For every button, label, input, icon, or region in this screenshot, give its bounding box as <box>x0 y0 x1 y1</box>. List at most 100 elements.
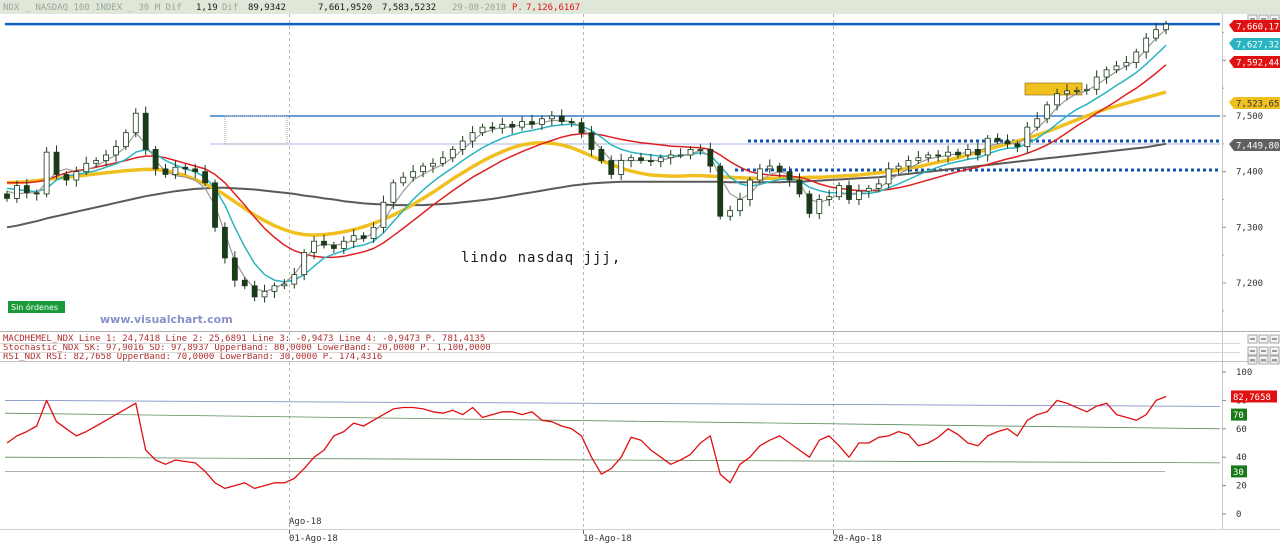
close-icon[interactable] <box>1269 355 1280 365</box>
candle-body <box>776 165 783 173</box>
candle-body <box>717 165 724 217</box>
header-date: 29-08-2018 <box>452 3 506 13</box>
candle-body <box>202 171 209 184</box>
candle-body <box>281 283 288 287</box>
header-diff-label: Dif <box>222 3 238 13</box>
close-icon[interactable] <box>1269 334 1280 344</box>
candle-body <box>865 187 872 192</box>
candle-body <box>935 154 942 157</box>
candle-body <box>93 160 100 164</box>
candle-body <box>142 112 149 150</box>
rsi-badge: 82,7658 <box>1231 390 1277 403</box>
candle-body <box>222 226 228 259</box>
maximize-icon[interactable] <box>1258 346 1269 356</box>
candle[interactable] <box>43 147 50 198</box>
candle-body <box>380 201 387 228</box>
candle-body <box>598 148 605 161</box>
candle-body <box>638 157 644 161</box>
candle-body <box>410 171 417 178</box>
candle-body <box>459 140 466 150</box>
candle-body <box>469 132 476 142</box>
rsi-badge-label: 30 <box>1233 468 1244 478</box>
candle-body <box>836 185 843 198</box>
candle-body <box>152 148 159 170</box>
candle[interactable] <box>806 190 813 218</box>
candle-body <box>1073 89 1080 92</box>
candle[interactable] <box>717 162 724 220</box>
candle-body <box>707 148 714 167</box>
minimize-icon[interactable] <box>1247 355 1258 365</box>
candle-body <box>479 126 486 134</box>
candle-body <box>568 121 575 124</box>
candle-body <box>657 157 664 163</box>
candle-body <box>519 121 526 128</box>
price-badge: 7,592,4424 <box>1229 56 1280 69</box>
highlight-box[interactable] <box>1024 82 1083 96</box>
candle-body <box>1093 76 1100 90</box>
candle-body <box>14 185 20 199</box>
orders-badge-label: Sin órdenes <box>11 302 58 312</box>
close-icon[interactable] <box>1269 346 1280 356</box>
candle[interactable] <box>212 179 218 232</box>
candle-body <box>618 160 625 175</box>
candle-body <box>33 192 40 195</box>
candle-body <box>955 151 961 156</box>
candle-body <box>737 199 743 212</box>
candle-body <box>330 244 337 249</box>
candle-body <box>846 185 852 200</box>
candle-body <box>994 137 1001 142</box>
header-symbol: NDX _ NASDAQ 100 INDEX _ 30 M Dif <box>3 3 182 13</box>
candle[interactable] <box>142 106 149 155</box>
candle-body <box>182 166 189 170</box>
candle-body <box>1014 143 1021 148</box>
candle-body <box>895 165 902 170</box>
price-badge-label: 7,592,4424 <box>1236 59 1280 69</box>
maximize-icon[interactable] <box>1258 334 1269 344</box>
candle-body <box>816 199 823 214</box>
price-tick-label: 7,300 <box>1236 223 1263 233</box>
candle-body <box>23 185 30 194</box>
candle-body <box>83 162 90 173</box>
header-price-value: 7,126,6167 <box>526 3 580 13</box>
minimize-icon[interactable] <box>1247 346 1258 356</box>
candle[interactable] <box>222 222 228 264</box>
rsi-tick-label: 20 <box>1236 482 1247 492</box>
candle-body <box>43 151 50 195</box>
rsi-badge: 70 <box>1231 408 1247 421</box>
candle-body <box>539 118 545 125</box>
candle[interactable] <box>122 129 129 150</box>
candle-body <box>53 151 60 175</box>
chart-annotation: lindo nasdaq jjj, <box>461 250 621 266</box>
candle-body <box>697 148 704 151</box>
price-badge-label: 7,449,80 <box>1236 142 1279 152</box>
candle-body <box>449 148 456 159</box>
candle-body <box>667 154 674 159</box>
x-label-date: 01-Ago-18 <box>289 534 338 544</box>
candle-body <box>1034 118 1041 128</box>
candle-body <box>964 148 971 156</box>
candle-body <box>548 115 555 120</box>
candle-body <box>1044 104 1051 120</box>
candle-body <box>122 132 129 148</box>
x-label-month: Ago-18 <box>289 517 322 527</box>
candle-body <box>558 115 565 122</box>
candle-body <box>1163 23 1169 31</box>
candle-body <box>1133 51 1140 63</box>
price-badge: 7,449,80 <box>1229 139 1280 152</box>
candle-body <box>945 151 951 157</box>
header-change: 1,19 <box>196 3 218 13</box>
header-value-2: 7,583,5232 <box>382 3 436 13</box>
candle-body <box>1054 93 1060 106</box>
rsi-badge: 30 <box>1231 465 1247 478</box>
minimize-icon[interactable] <box>1247 334 1258 344</box>
price-badge-label: 7,660,179 <box>1236 23 1280 33</box>
candle-body <box>588 132 595 150</box>
rsi-badge-label: 82,7658 <box>1233 393 1271 403</box>
x-label-date: 10-Ago-18 <box>583 534 632 544</box>
candle-body <box>608 160 615 175</box>
chart-canvas[interactable]: NDX _ NASDAQ 100 INDEX _ 30 M Dif 1,19 Dif… <box>0 0 1280 544</box>
candle-body <box>826 196 833 200</box>
candle-body <box>291 274 298 285</box>
maximize-icon[interactable] <box>1258 355 1269 365</box>
candle-body <box>103 154 109 161</box>
